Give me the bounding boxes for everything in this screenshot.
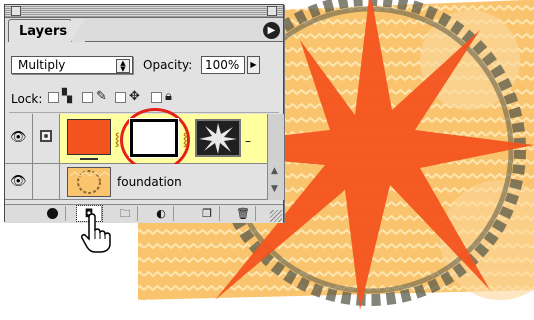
layers-palette: Layers ▶ Multiply ▲ ▼ Opacity: 100% ▶ Loc… (4, 4, 284, 223)
palette-title-bar[interactable] (5, 5, 283, 18)
layer-name: foundation (117, 175, 182, 189)
visibility-toggle[interactable]: 👁︎ (5, 114, 33, 163)
pattern-thumbnail-art (69, 170, 110, 194)
scroll-up-icon[interactable]: ▲ (271, 166, 278, 176)
mask-edit-indicator[interactable] (33, 114, 60, 163)
foundation-thumbnail[interactable] (67, 167, 111, 197)
layers-scrollbar[interactable]: ▲ ▼ (267, 114, 284, 200)
layer-edit-indicator[interactable] (33, 164, 60, 199)
trash-icon: 🗑︎ (236, 207, 250, 220)
eye-icon: 👁︎ (10, 130, 27, 145)
mask-mode-icon (40, 130, 52, 142)
layer-style-icon (47, 208, 58, 219)
lock-image-checkbox[interactable] (82, 92, 93, 103)
add-layer-style-button[interactable] (41, 206, 66, 221)
brush-icon: ✎ (96, 89, 107, 104)
eye-icon: 👁︎ (10, 174, 27, 189)
delete-layer-button[interactable]: 🗑︎ (231, 206, 256, 221)
starburst-icon (199, 123, 237, 154)
opacity-label: Opacity: (143, 58, 193, 72)
scroll-down-icon[interactable]: ▼ (271, 184, 278, 194)
layer-name-placeholder: – (245, 134, 251, 148)
new-layer-icon: ❐ (202, 207, 212, 220)
palette-menu-button[interactable]: ▶ (263, 22, 280, 39)
folder-icon: 🗀︎ (119, 207, 131, 220)
zoom-box-icon[interactable] (267, 6, 277, 16)
lock-label: Lock: (11, 92, 43, 106)
vector-mask-thumbnail[interactable] (195, 119, 241, 157)
link-icon[interactable]: ⸾ (115, 130, 119, 147)
opacity-field[interactable]: 100% (201, 56, 245, 74)
lock-transparency-checkbox[interactable] (48, 92, 59, 103)
half-circle-icon: ◐ (156, 207, 166, 220)
new-fill-adjustment-button[interactable]: ◐ (149, 206, 174, 221)
layer-mask-thumbnail[interactable] (129, 118, 179, 158)
link-icon[interactable]: ⸾ (183, 130, 187, 147)
close-box-icon[interactable] (11, 6, 21, 16)
layers-panel-body: Multiply ▲ ▼ Opacity: 100% ▶ Lock: ▚ ✎ ✥ … (5, 42, 284, 208)
transparency-icon: ▚ (62, 89, 72, 104)
layer-row-fill[interactable]: 👁︎ ⸾ ⸾ – (5, 108, 267, 172)
layers-bottom-bar: ◘ 🗀︎ ◐ ❐ 🗑︎ (5, 204, 283, 223)
lock-position-checkbox[interactable] (115, 92, 126, 103)
opacity-slider-button[interactable]: ▶ (247, 56, 260, 74)
move-icon: ✥ (129, 89, 140, 104)
fill-layer-thumbnail[interactable] (67, 119, 111, 160)
padlock-icon: 🔒︎ (165, 89, 172, 104)
tab-layers[interactable]: Layers (8, 19, 72, 42)
blend-mode-select[interactable]: Multiply ▲ ▼ (11, 56, 133, 74)
new-layer-set-button[interactable]: 🗀︎ (113, 206, 138, 221)
lock-all-checkbox[interactable] (151, 92, 162, 103)
tab-edge (71, 19, 85, 42)
visibility-toggle[interactable]: 👁︎ (5, 164, 33, 199)
new-layer-button[interactable]: ❐ (195, 206, 220, 221)
resize-grip-icon[interactable] (270, 210, 282, 222)
select-arrows-icon: ▲ ▼ (116, 59, 130, 73)
tab-layers-label: Layers (19, 24, 68, 39)
blend-mode-value: Multiply (18, 58, 66, 72)
hand-pointer-icon (81, 213, 111, 253)
layer-row-foundation[interactable]: 👁︎ foundation (5, 164, 267, 200)
